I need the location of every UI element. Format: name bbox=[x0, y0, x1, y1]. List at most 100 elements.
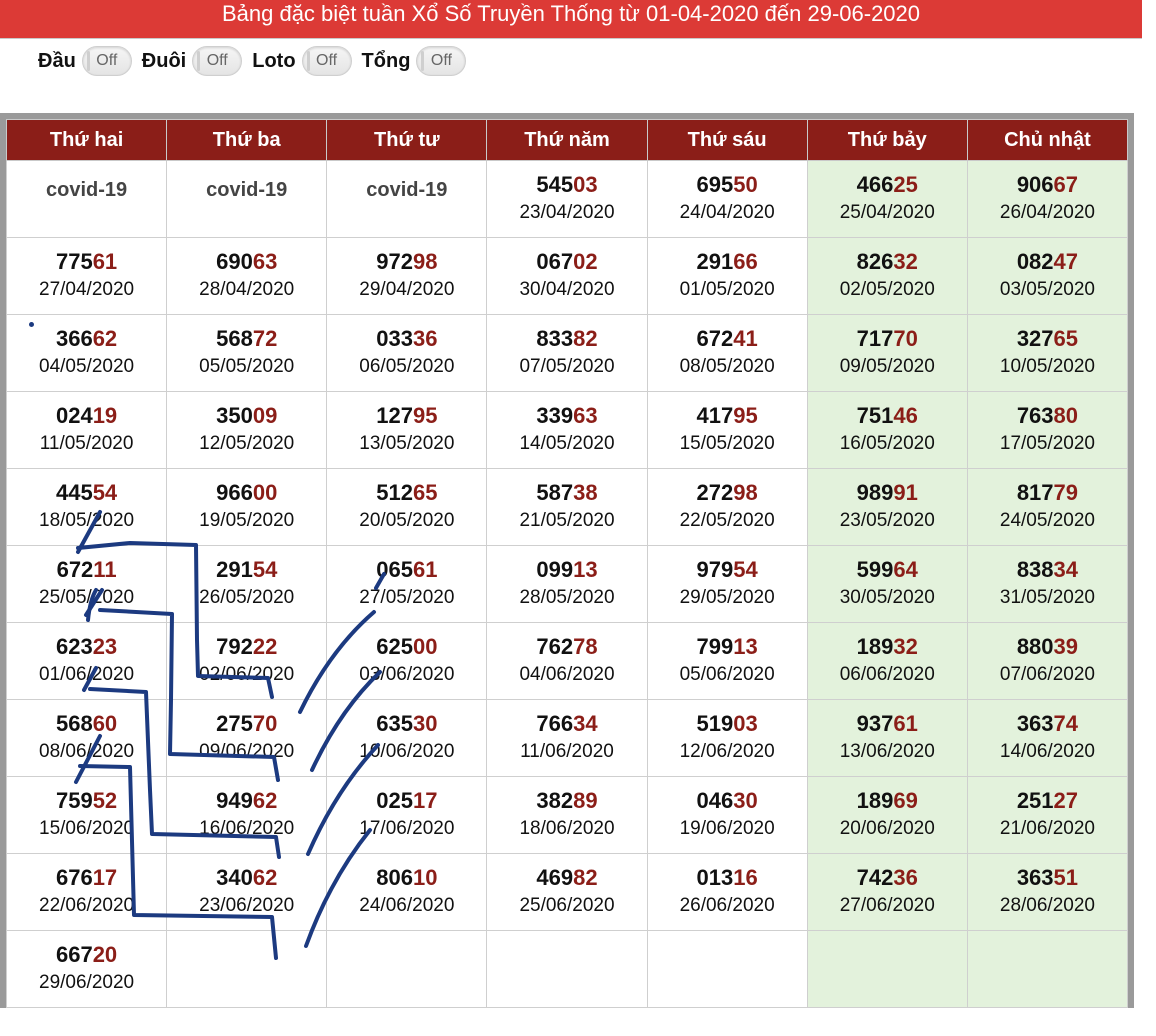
special-prize-number: 46625 bbox=[808, 171, 967, 199]
toggle-tong[interactable]: Off bbox=[416, 46, 467, 76]
column-header: Thứ năm bbox=[486, 119, 648, 161]
special-prize-number: 77561 bbox=[7, 248, 166, 276]
draw-date: 08/05/2020 bbox=[679, 356, 775, 377]
result-cell: 97298 29/04/2020 bbox=[326, 237, 488, 315]
special-prize-number: 75952 bbox=[7, 787, 166, 815]
number-prefix: 363 bbox=[1016, 711, 1054, 736]
number-prefix: 339 bbox=[536, 403, 574, 428]
draw-date: 28/06/2020 bbox=[999, 895, 1095, 916]
draw-date: 19/05/2020 bbox=[199, 510, 295, 531]
number-prefix: 766 bbox=[536, 711, 574, 736]
draw-date: 17/05/2020 bbox=[999, 433, 1095, 454]
number-prefix: 838 bbox=[1016, 557, 1054, 582]
number-prefix: 906 bbox=[1016, 172, 1054, 197]
special-prize-number: 81779 bbox=[968, 479, 1127, 507]
result-cell: 01316 26/06/2020 bbox=[646, 853, 808, 931]
draw-date: 06/05/2020 bbox=[359, 356, 455, 377]
column-header: Thứ hai bbox=[5, 119, 168, 161]
special-prize-number: 06702 bbox=[487, 248, 646, 276]
special-prize-number: 36351 bbox=[968, 864, 1127, 892]
special-prize-number: 96600 bbox=[167, 479, 326, 507]
special-prize-number: 06561 bbox=[327, 556, 486, 584]
number-prefix: 751 bbox=[856, 403, 894, 428]
number-tail-digits: 64 bbox=[893, 557, 918, 582]
number-prefix: 327 bbox=[1016, 326, 1054, 351]
number-prefix: 189 bbox=[856, 788, 894, 813]
result-cell: 34062 23/06/2020 bbox=[166, 853, 328, 931]
result-cell: 79913 05/06/2020 bbox=[646, 622, 808, 700]
number-prefix: 672 bbox=[696, 326, 734, 351]
number-prefix: 672 bbox=[56, 557, 94, 582]
number-tail-digits: 78 bbox=[573, 634, 598, 659]
column-header: Chủ nhật bbox=[966, 119, 1129, 161]
number-tail-digits: 82 bbox=[573, 326, 598, 351]
draw-date: 10/06/2020 bbox=[359, 741, 455, 762]
toggle-duoi[interactable]: Off bbox=[192, 46, 243, 76]
number-tail-digits: 67 bbox=[1053, 172, 1079, 197]
result-cell: 54503 23/04/2020 bbox=[486, 160, 648, 238]
result-cell: 27570 09/06/2020 bbox=[166, 699, 328, 777]
special-prize-number: 32765 bbox=[968, 325, 1127, 353]
result-cell: 46625 25/04/2020 bbox=[806, 160, 968, 238]
draw-date: 25/04/2020 bbox=[839, 202, 935, 223]
result-cell: 33963 14/05/2020 bbox=[486, 391, 648, 469]
number-prefix: 833 bbox=[536, 326, 574, 351]
number-prefix: 466 bbox=[856, 172, 894, 197]
draw-date: 18/06/2020 bbox=[519, 818, 615, 839]
number-prefix: 340 bbox=[216, 865, 253, 890]
number-prefix: 966 bbox=[216, 480, 253, 505]
special-prize-number: 62323 bbox=[7, 633, 166, 661]
number-tail-digits: 52 bbox=[92, 788, 118, 813]
draw-date: 02/05/2020 bbox=[839, 279, 935, 300]
draw-date: 31/05/2020 bbox=[999, 587, 1095, 608]
result-cell: 32765 10/05/2020 bbox=[966, 314, 1129, 392]
special-prize-number: 04630 bbox=[648, 787, 807, 815]
special-prize-number: 41795 bbox=[648, 402, 807, 430]
number-tail-digits: 27 bbox=[1053, 788, 1079, 813]
special-prize-number: 83834 bbox=[968, 556, 1127, 584]
result-cell: 41795 15/05/2020 bbox=[646, 391, 808, 469]
special-prize-number: 08247 bbox=[968, 248, 1127, 276]
draw-date: 26/06/2020 bbox=[679, 895, 775, 916]
result-cell: covid-19 bbox=[326, 160, 488, 238]
ink-dot bbox=[29, 322, 34, 327]
special-prize-number: 12795 bbox=[327, 402, 486, 430]
number-prefix: 979 bbox=[696, 557, 734, 582]
result-cell: 18969 20/06/2020 bbox=[806, 776, 968, 854]
result-cell: 76278 04/06/2020 bbox=[486, 622, 648, 700]
number-prefix: 635 bbox=[376, 711, 413, 736]
result-cell: 58738 21/05/2020 bbox=[486, 468, 648, 546]
toggle-state: Off bbox=[430, 52, 452, 69]
result-cell: 46982 25/06/2020 bbox=[486, 853, 648, 931]
special-prize-number: 67617 bbox=[7, 864, 166, 892]
result-cell bbox=[166, 930, 328, 1008]
draw-date: 08/06/2020 bbox=[39, 741, 135, 762]
special-prize-number: 56860 bbox=[7, 710, 166, 738]
result-cell: 02419 11/05/2020 bbox=[5, 391, 168, 469]
number-tail-digits: 16 bbox=[733, 865, 758, 890]
number-prefix: 366 bbox=[55, 326, 93, 351]
number-prefix: 880 bbox=[1016, 634, 1054, 659]
special-prize-number: 66720 bbox=[7, 941, 166, 969]
draw-date: 01/05/2020 bbox=[679, 279, 775, 300]
number-tail-digits: 30 bbox=[412, 711, 438, 736]
number-prefix: 568 bbox=[216, 326, 253, 351]
result-cell: 59964 30/05/2020 bbox=[806, 545, 968, 623]
number-tail-digits: 47 bbox=[1053, 249, 1079, 274]
number-tail-digits: 69 bbox=[893, 788, 918, 813]
toggle-loto[interactable]: Off bbox=[301, 46, 352, 76]
result-cell: 35009 12/05/2020 bbox=[166, 391, 328, 469]
result-cell: 93761 13/06/2020 bbox=[806, 699, 968, 777]
result-cell: covid-19 bbox=[166, 160, 328, 238]
special-prize-number: 76380 bbox=[968, 402, 1127, 430]
toggle-dau[interactable]: Off bbox=[81, 46, 132, 76]
special-prize-number: 58738 bbox=[487, 479, 646, 507]
result-cell: 36374 14/06/2020 bbox=[966, 699, 1129, 777]
special-prize-number: 76278 bbox=[487, 633, 646, 661]
number-tail-digits: 95 bbox=[412, 403, 438, 428]
number-tail-digits: 20 bbox=[92, 942, 118, 967]
draw-date: 27/05/2020 bbox=[359, 587, 455, 608]
number-tail-digits: 91 bbox=[893, 480, 918, 505]
toggle-state: Off bbox=[206, 52, 228, 69]
result-cell: 80610 24/06/2020 bbox=[326, 853, 488, 931]
